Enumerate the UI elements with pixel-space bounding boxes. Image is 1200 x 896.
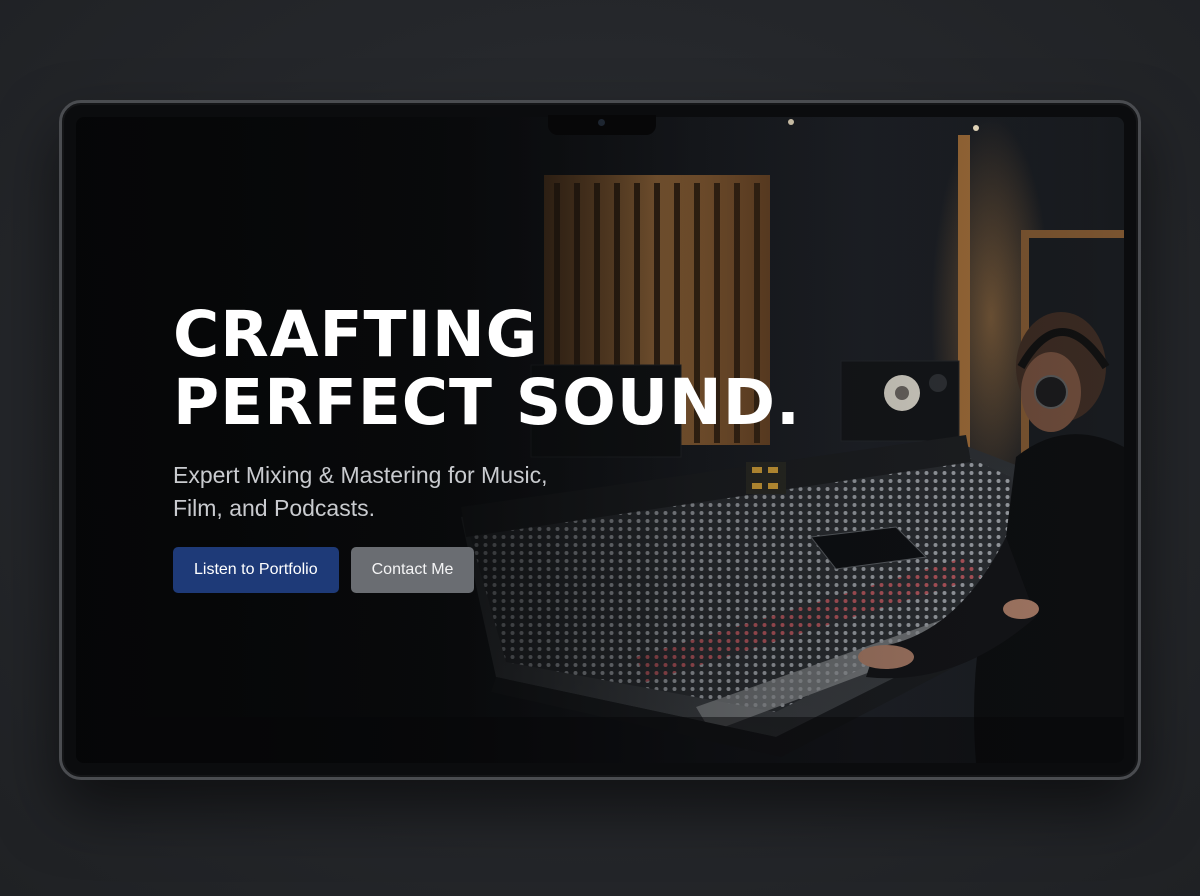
laptop-frame: CRAFTING PERFECT SOUND. Expert Mixing & …	[59, 100, 1141, 780]
hero-subtitle: Expert Mixing & Mastering for Music, Fil…	[173, 462, 548, 521]
hero-actions: Listen to Portfolio Contact Me	[173, 547, 893, 593]
hero-screen: CRAFTING PERFECT SOUND. Expert Mixing & …	[76, 117, 1124, 763]
hero-content: CRAFTING PERFECT SOUND. Expert Mixing & …	[173, 301, 893, 593]
camera-notch	[548, 115, 656, 135]
camera-icon	[598, 119, 605, 126]
hero-headline: CRAFTING PERFECT SOUND.	[173, 301, 893, 437]
headline-line-1: CRAFTING	[173, 298, 539, 371]
headline-line-2: PERFECT SOUND.	[173, 366, 801, 439]
contact-me-button[interactable]: Contact Me	[350, 547, 475, 593]
listen-to-portfolio-button[interactable]: Listen to Portfolio	[173, 547, 339, 593]
